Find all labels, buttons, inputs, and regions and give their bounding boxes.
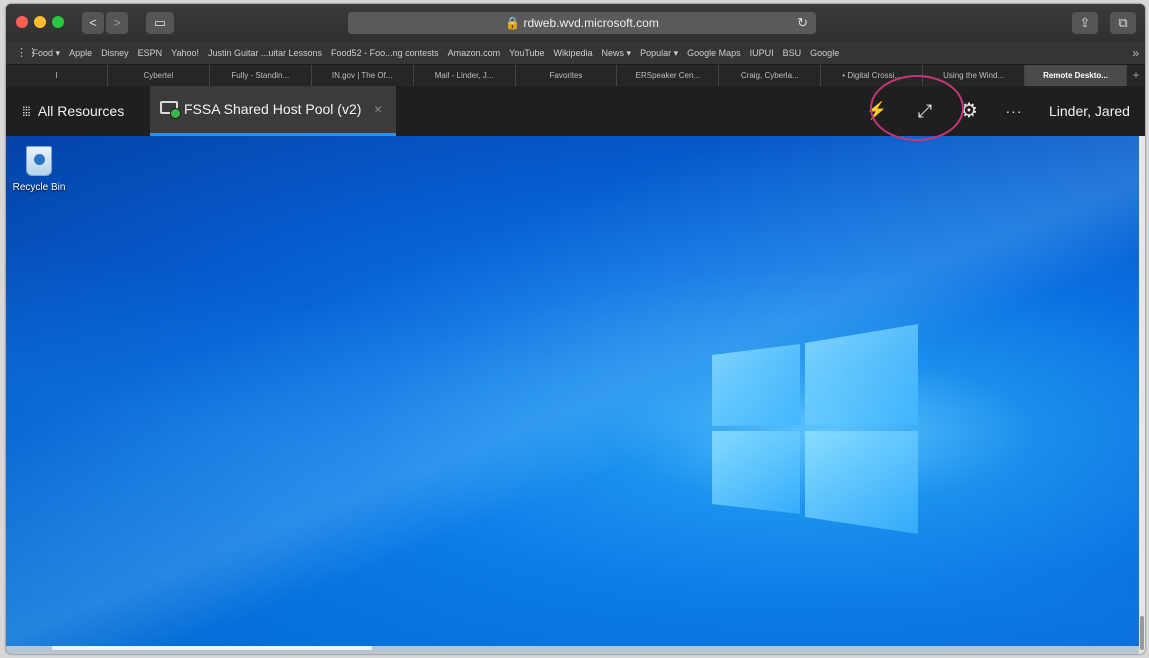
minimize-window-button[interactable] xyxy=(34,16,46,28)
reload-button[interactable]: ↻ xyxy=(797,12,808,34)
remote-desktop-header: ⁞⁞⁞ All Resources FSSA Shared Host Pool (… xyxy=(6,86,1145,136)
browser-tab[interactable]: Cybertel xyxy=(108,65,210,86)
bookmarks-overflow-button[interactable]: » xyxy=(1132,42,1139,64)
session-tab[interactable]: FSSA Shared Host Pool (v2) × xyxy=(150,86,396,136)
sidebar-toggle-button[interactable]: ▭ xyxy=(146,12,174,34)
share-button[interactable]: ⇪ xyxy=(1072,12,1098,34)
bookmark-item[interactable]: News ▾ xyxy=(602,42,632,64)
browser-tab[interactable]: IN.gov | The Of... xyxy=(312,65,414,86)
windows-logo-pane xyxy=(805,431,918,534)
remote-desktop-canvas[interactable]: Recycle Bin xyxy=(6,136,1139,646)
connected-status-icon xyxy=(170,108,181,119)
close-window-button[interactable] xyxy=(16,16,28,28)
close-session-button[interactable]: × xyxy=(374,86,382,133)
browser-tab[interactable]: ERSpeaker Cen... xyxy=(617,65,720,86)
bookmark-item[interactable]: Popular ▾ xyxy=(640,42,678,64)
bookmarks-bar: ⋮⋮ Food ▾ Apple Disney ESPN Yahoo! Justin Gui… xyxy=(6,42,1145,64)
forward-button[interactable]: > xyxy=(106,12,128,34)
browser-tab[interactable]: Craig, Cyberla... xyxy=(719,65,822,86)
grid-icon[interactable]: ⋮⋮ xyxy=(16,42,38,64)
recycle-bin-label: Recycle Bin xyxy=(12,182,66,193)
browser-tab[interactable]: Mail - Linder, J... xyxy=(414,65,516,86)
windows-logo xyxy=(712,324,918,534)
bookmark-item[interactable]: Google Maps xyxy=(687,42,741,64)
vertical-scrollbar[interactable] xyxy=(1139,136,1145,654)
bookmark-item[interactable]: IUPUI xyxy=(750,42,774,64)
tab-overview-button[interactable]: ⧉ xyxy=(1110,12,1136,34)
browser-window: < > ▭ 🔒 rdweb.wvd.microsoft.com ↻ ⇪ ⧉ ⋮⋮… xyxy=(6,4,1145,654)
bookmark-item[interactable]: ESPN xyxy=(138,42,163,64)
grid-icon: ⁞⁞⁞ xyxy=(22,104,31,119)
bookmark-item[interactable]: Apple xyxy=(69,42,92,64)
recycle-bin-shortcut[interactable]: Recycle Bin xyxy=(10,146,68,193)
user-name[interactable]: Linder, Jared xyxy=(1049,86,1130,136)
bookmark-item[interactable]: BSU xyxy=(783,42,802,64)
browser-tab[interactable]: Fully - Standin... xyxy=(210,65,312,86)
windows-logo-pane xyxy=(712,431,800,514)
all-resources-button[interactable]: ⁞⁞⁞ All Resources xyxy=(6,86,124,136)
horizontal-scrollbar-thumb[interactable] xyxy=(52,646,372,650)
windows-logo-pane xyxy=(712,344,800,426)
browser-tab-bar: I Cybertel Fully - Standin... IN.gov | The … xyxy=(6,64,1145,86)
bookmark-item[interactable]: Food ▾ xyxy=(33,42,61,64)
all-resources-label: All Resources xyxy=(37,103,125,119)
bookmark-item[interactable]: Amazon.com xyxy=(448,42,501,64)
bookmark-item[interactable]: Google xyxy=(810,42,839,64)
bookmark-item[interactable]: Justin Guitar ...uitar Lessons xyxy=(208,42,322,64)
recycle-bin-icon xyxy=(26,146,52,176)
session-title: FSSA Shared Host Pool (v2) xyxy=(184,101,362,117)
annotation-circle xyxy=(870,75,964,141)
windows-logo-pane xyxy=(805,324,918,425)
browser-tab-active[interactable]: Remote Deskto... xyxy=(1025,65,1127,86)
browser-tab[interactable]: Favorites xyxy=(516,65,618,86)
back-button[interactable]: < xyxy=(82,12,104,34)
bookmark-item[interactable]: Disney xyxy=(101,42,129,64)
bookmark-item[interactable]: Yahoo! xyxy=(171,42,199,64)
bookmark-item[interactable]: Wikipedia xyxy=(554,42,593,64)
more-options-icon[interactable]: ··· xyxy=(1001,86,1027,136)
bookmark-item[interactable]: YouTube xyxy=(509,42,544,64)
address-url: rdweb.wvd.microsoft.com xyxy=(523,16,659,30)
vertical-scrollbar-thumb[interactable] xyxy=(1140,616,1144,650)
lock-icon: 🔒 xyxy=(505,16,521,30)
address-bar[interactable]: 🔒 rdweb.wvd.microsoft.com ↻ xyxy=(348,12,816,34)
bookmark-item[interactable]: Food52 - Foo...ng contests xyxy=(331,42,439,64)
zoom-window-button[interactable] xyxy=(52,16,64,28)
new-tab-button[interactable]: + xyxy=(1127,65,1145,86)
browser-toolbar: < > ▭ 🔒 rdweb.wvd.microsoft.com ↻ ⇪ ⧉ xyxy=(6,4,1145,42)
browser-tab[interactable]: I xyxy=(6,65,108,86)
